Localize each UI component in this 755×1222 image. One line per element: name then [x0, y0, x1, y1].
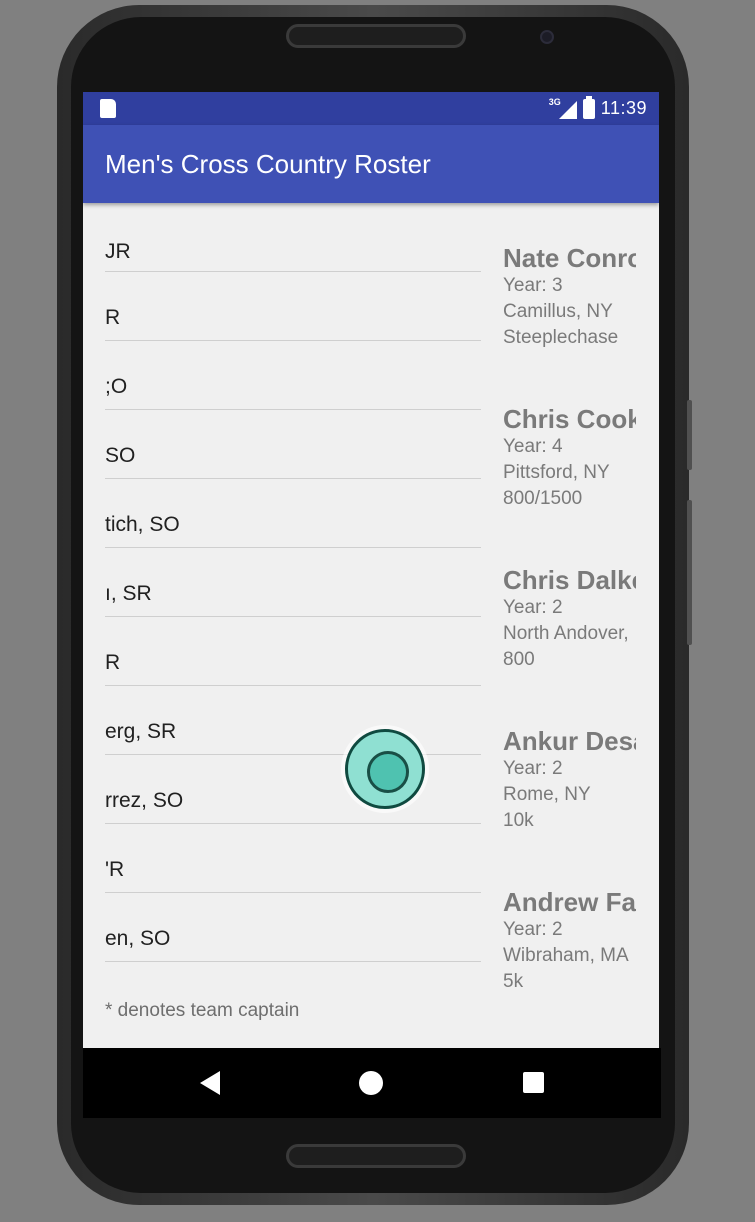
- roster-item-label: R: [105, 306, 121, 329]
- status-time: 11:39: [600, 98, 647, 118]
- athlete-hometown: Wibraham, MA: [503, 945, 629, 966]
- roster-item-label: JR: [105, 240, 131, 263]
- athlete-year: Year: 2: [503, 758, 563, 779]
- roster-list-item[interactable]: erg, SR: [105, 686, 481, 755]
- athlete-name: Ankur Desa: [503, 726, 636, 756]
- roster-item-label: tich, SO: [105, 513, 180, 536]
- top-speaker: [286, 24, 466, 48]
- bottom-speaker: [286, 1144, 466, 1168]
- athlete-event: 800: [503, 649, 535, 670]
- home-circle-icon[interactable]: [359, 1071, 383, 1095]
- athlete-hometown: Rome, NY: [503, 784, 591, 805]
- athlete-name: Andrew Fa: [503, 887, 636, 917]
- athlete-card[interactable]: Chris Dalke Year: 2 North Andover, 800: [503, 565, 636, 673]
- athlete-card[interactable]: Andrew Fa Year: 2 Wibraham, MA 5k: [503, 887, 636, 995]
- athlete-hometown: North Andover,: [503, 623, 629, 644]
- athlete-name: Chris Cook: [503, 404, 636, 434]
- app-bar: Men's Cross Country Roster: [83, 125, 659, 203]
- roster-item-label: en, SO: [105, 927, 171, 950]
- athlete-name: Nate Conro: [503, 243, 636, 273]
- navigation-bar: [83, 1048, 661, 1118]
- athlete-event: 10k: [503, 810, 534, 831]
- sd-card-icon: [100, 99, 116, 118]
- roster-item-label: SO: [105, 444, 136, 467]
- roster-item-label: 'R: [105, 858, 125, 881]
- roster-item-label: rrez, SO: [105, 789, 184, 812]
- volume-button[interactable]: [687, 400, 692, 470]
- front-camera: [540, 30, 554, 44]
- athlete-event: 800/1500: [503, 488, 583, 509]
- power-button[interactable]: [687, 500, 692, 645]
- roster-list-item[interactable]: ;O: [105, 341, 481, 410]
- battery-charging-icon: [582, 95, 595, 119]
- roster-list-item[interactable]: R: [105, 617, 481, 686]
- roster-list-item[interactable]: SO: [105, 410, 481, 479]
- captain-footnote: * denotes team captain: [105, 1000, 300, 1021]
- athlete-hometown: Pittsford, NY: [503, 462, 610, 483]
- touch-indicator-icon: [345, 729, 425, 809]
- athlete-year: Year: 2: [503, 919, 563, 940]
- roster-item-label: R: [105, 651, 121, 674]
- athlete-card[interactable]: Nate Conro Year: 3 Camillus, NY Steeplec…: [503, 243, 636, 351]
- athlete-year: Year: 3: [503, 275, 563, 296]
- athlete-event: 5k: [503, 971, 524, 992]
- roster-list-item[interactable]: R: [105, 272, 481, 341]
- roster-item-label: ;O: [105, 375, 128, 398]
- athlete-details[interactable]: Nate Conro Year: 3 Camillus, NY Steeplec…: [503, 203, 636, 997]
- roster-list-item[interactable]: JR: [105, 203, 481, 272]
- athlete-hometown: Camillus, NY: [503, 301, 613, 322]
- cell-signal-icon: 3G: [549, 97, 577, 119]
- app-title: Men's Cross Country Roster: [105, 149, 431, 179]
- status-indicators: 3G 11:39: [549, 95, 647, 119]
- athlete-card[interactable]: Ankur Desa Year: 2 Rome, NY 10k: [503, 726, 636, 834]
- roster-list-item[interactable]: tich, SO: [105, 479, 481, 548]
- back-triangle-icon[interactable]: [200, 1071, 220, 1095]
- athlete-name: Chris Dalke: [503, 565, 636, 595]
- roster-item-label: ı, SR: [105, 582, 152, 605]
- athlete-card[interactable]: Chris Cook Year: 4 Pittsford, NY 800/150…: [503, 404, 636, 512]
- recents-square-icon[interactable]: [523, 1072, 544, 1093]
- device-screen: 3G 11:39 Men's Cross Country Roster JR R…: [83, 92, 659, 1048]
- roster-list[interactable]: JR R ;O SO tich, SO ı, SR R erg, SR rrez…: [105, 203, 481, 1048]
- athlete-event: Steeplechase: [503, 327, 619, 348]
- roster-item-label: erg, SR: [105, 720, 177, 743]
- athlete-year: Year: 2: [503, 597, 563, 618]
- roster-list-item[interactable]: ı, SR: [105, 548, 481, 617]
- athlete-year: Year: 4: [503, 436, 563, 457]
- status-bar: 3G 11:39: [83, 92, 659, 125]
- roster-list-item[interactable]: 'R: [105, 824, 481, 893]
- roster-list-item[interactable]: en, SO: [105, 893, 481, 962]
